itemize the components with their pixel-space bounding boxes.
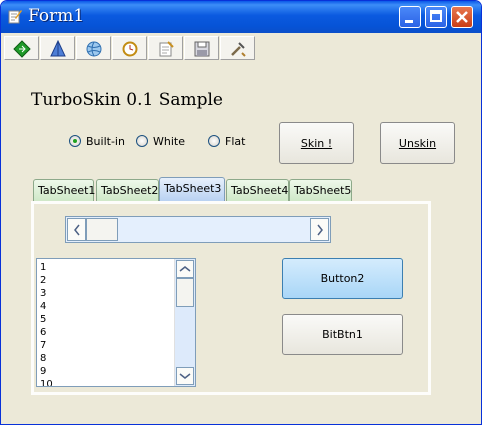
chevron-right-icon: [316, 224, 323, 235]
maximize-button[interactable]: [425, 6, 447, 28]
toolbar-button-3[interactable]: [76, 36, 111, 60]
vertical-scrollbar[interactable]: [174, 259, 195, 386]
tab-tabsheet4[interactable]: TabSheet4: [226, 179, 289, 201]
chevron-down-icon: [179, 373, 191, 379]
blue-pyramid-icon: [50, 40, 66, 57]
notepad-icon: [159, 41, 174, 57]
toolbar-button-1[interactable]: [4, 36, 39, 60]
close-icon: [456, 11, 468, 23]
app-icon: [8, 10, 22, 24]
skin-button-label: Skin !: [300, 136, 333, 150]
number-listbox[interactable]: 1 2 3 4 5 6 7 8 9 10: [36, 258, 196, 387]
radio-dot: [208, 135, 220, 147]
list-item[interactable]: 6: [40, 326, 53, 339]
green-diamond-icon: [13, 40, 31, 58]
main-window: Form1 TurboSkin 0.1 Sample Built-in Whit…: [0, 0, 482, 425]
radio-label: Built-in: [86, 135, 125, 148]
sample-caption: TurboSkin 0.1 Sample: [31, 90, 223, 110]
horizontal-scrollbar[interactable]: [65, 216, 331, 243]
radio-dot: [69, 135, 81, 147]
chevron-left-icon: [73, 224, 80, 235]
toolbar-button-6[interactable]: [184, 36, 219, 60]
close-button[interactable]: [451, 6, 473, 28]
bitbtn1-label: BitBtn1: [322, 328, 363, 341]
tab-tabsheet5[interactable]: TabSheet5: [289, 179, 352, 201]
list-item[interactable]: 10: [40, 378, 53, 386]
toolbar-button-5[interactable]: [148, 36, 183, 60]
bitbtn1[interactable]: BitBtn1: [282, 314, 403, 355]
tab-tabsheet3[interactable]: TabSheet3: [159, 177, 225, 201]
scroll-thumb[interactable]: [86, 218, 118, 241]
toolbar-button-7[interactable]: [220, 36, 255, 60]
list-item[interactable]: 8: [40, 352, 53, 365]
list-item[interactable]: 7: [40, 339, 53, 352]
clock-icon: [122, 41, 138, 57]
scroll-left-button[interactable]: [67, 218, 86, 241]
tab-tabsheet2[interactable]: TabSheet2: [96, 179, 159, 201]
window-title: Form1: [28, 6, 85, 26]
chevron-up-icon: [179, 266, 191, 272]
globe-icon: [86, 41, 102, 57]
scroll-up-button[interactable]: [176, 260, 194, 278]
list-item[interactable]: 5: [40, 313, 53, 326]
minimize-icon: [405, 20, 413, 23]
unskin-button[interactable]: Unskin: [380, 122, 455, 164]
list-items: 1 2 3 4 5 6 7 8 9 10: [40, 261, 53, 386]
skin-button[interactable]: Skin !: [279, 122, 354, 164]
button2[interactable]: Button2: [282, 258, 403, 299]
scroll-thumb[interactable]: [176, 278, 194, 307]
toolbar-button-2[interactable]: [40, 36, 75, 60]
tab-tabsheet1[interactable]: TabSheet1: [33, 179, 95, 201]
list-item[interactable]: 1: [40, 261, 53, 274]
radio-label: White: [153, 135, 185, 148]
tools-icon: [231, 42, 246, 57]
scroll-right-button[interactable]: [310, 218, 329, 241]
list-item[interactable]: 4: [40, 300, 53, 313]
minimize-button[interactable]: [399, 6, 421, 28]
list-item[interactable]: 2: [40, 274, 53, 287]
scroll-down-button[interactable]: [176, 367, 194, 385]
list-item[interactable]: 9: [40, 365, 53, 378]
radio-label: Flat: [225, 135, 246, 148]
radio-dot: [136, 135, 148, 147]
maximize-icon: [430, 10, 442, 22]
floppy-disk-icon: [194, 41, 210, 57]
title-bar[interactable]: Form1: [1, 1, 481, 33]
button2-label: Button2: [320, 272, 365, 285]
unskin-button-label: Unskin: [398, 136, 437, 150]
toolbar-button-4[interactable]: [112, 36, 147, 60]
list-item[interactable]: 3: [40, 287, 53, 300]
